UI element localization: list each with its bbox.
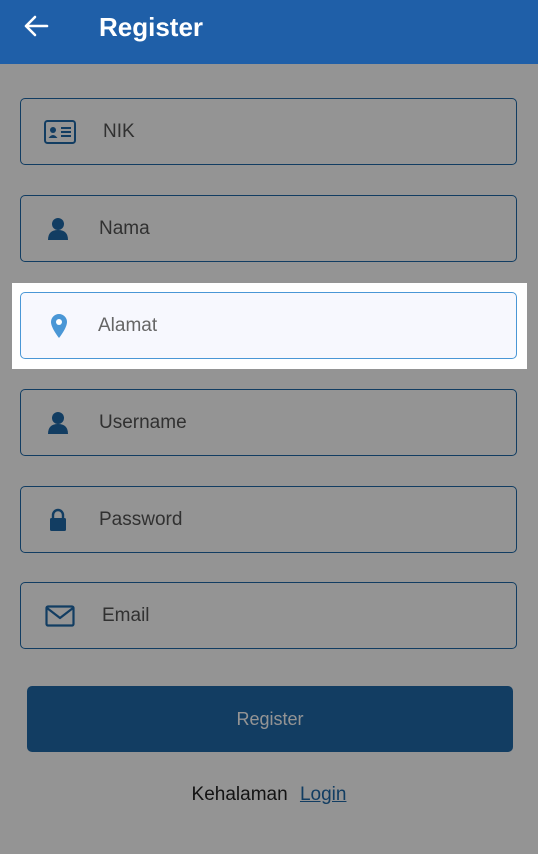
user-icon — [47, 217, 69, 241]
email-field[interactable] — [20, 582, 517, 649]
arrow-left-icon — [24, 15, 49, 37]
alamat-input[interactable] — [98, 293, 506, 358]
email-input[interactable] — [102, 583, 506, 648]
page-title: Register — [99, 12, 204, 42]
id-card-icon — [44, 119, 76, 144]
alamat-field[interactable] — [20, 292, 517, 359]
nik-input[interactable] — [103, 99, 506, 164]
username-input[interactable] — [99, 390, 506, 455]
footer: Kehalaman Login — [0, 784, 538, 806]
username-field[interactable] — [20, 389, 517, 456]
lock-icon — [49, 508, 67, 532]
user-icon — [47, 411, 69, 435]
nik-field[interactable] — [20, 98, 517, 165]
app-bar: Register — [0, 0, 538, 64]
back-button[interactable] — [18, 10, 54, 42]
login-link[interactable]: Login — [300, 784, 347, 805]
password-input[interactable] — [99, 487, 506, 552]
footer-text: Kehalaman — [191, 784, 288, 805]
password-field[interactable] — [20, 486, 517, 553]
location-pin-icon — [50, 313, 68, 339]
register-button[interactable]: Register — [27, 686, 513, 752]
nama-field[interactable] — [20, 195, 517, 262]
envelope-icon — [45, 604, 75, 627]
nama-input[interactable] — [99, 196, 506, 261]
